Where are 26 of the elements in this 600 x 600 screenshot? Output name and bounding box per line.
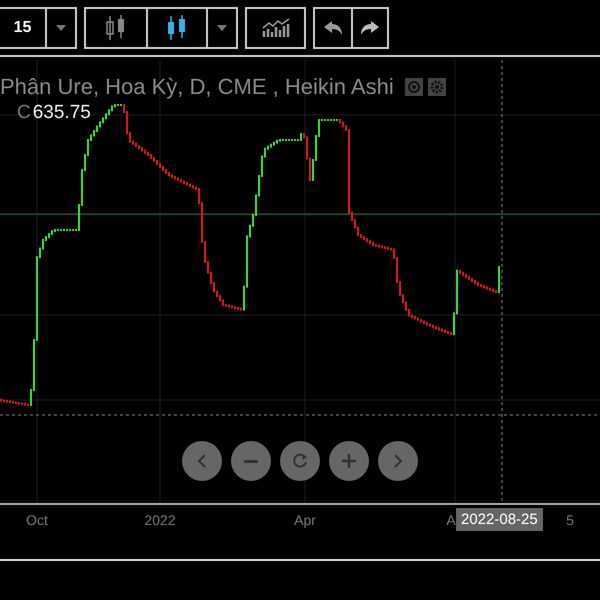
close-value: 635.75 bbox=[32, 102, 91, 124]
minus-icon bbox=[244, 460, 258, 462]
refresh-icon bbox=[292, 453, 308, 469]
axis-label: Apr bbox=[294, 512, 316, 528]
candlestick-icon bbox=[166, 14, 188, 42]
axis-label: Oct bbox=[26, 512, 48, 528]
close-label: C bbox=[17, 102, 31, 124]
scroll-right-button[interactable] bbox=[378, 441, 418, 481]
plus-icon bbox=[342, 454, 356, 468]
candlestick-icon bbox=[105, 14, 127, 42]
zoom-out-button[interactable] bbox=[231, 441, 271, 481]
chart-title: Phân Ure, Hoa Kỳ, D, CME , Heikin Ashi bbox=[0, 74, 394, 100]
indicator-chart-icon bbox=[262, 18, 290, 38]
scroll-left-button[interactable] bbox=[182, 441, 222, 481]
undo-arrow-icon bbox=[323, 20, 343, 36]
axis-label: 5 bbox=[566, 512, 574, 528]
chevron-right-icon bbox=[393, 454, 403, 468]
crosshair-date-label: 2022-08-25 bbox=[456, 508, 543, 531]
axis-label: A bbox=[446, 512, 456, 528]
reset-button[interactable] bbox=[280, 441, 320, 481]
chevron-left-icon bbox=[197, 454, 207, 468]
axis-label: 2022 bbox=[144, 512, 176, 528]
caret-icon bbox=[217, 24, 227, 30]
caret-icon bbox=[56, 24, 66, 30]
zoom-in-button[interactable] bbox=[329, 441, 369, 481]
redo-arrow-icon bbox=[360, 20, 380, 36]
